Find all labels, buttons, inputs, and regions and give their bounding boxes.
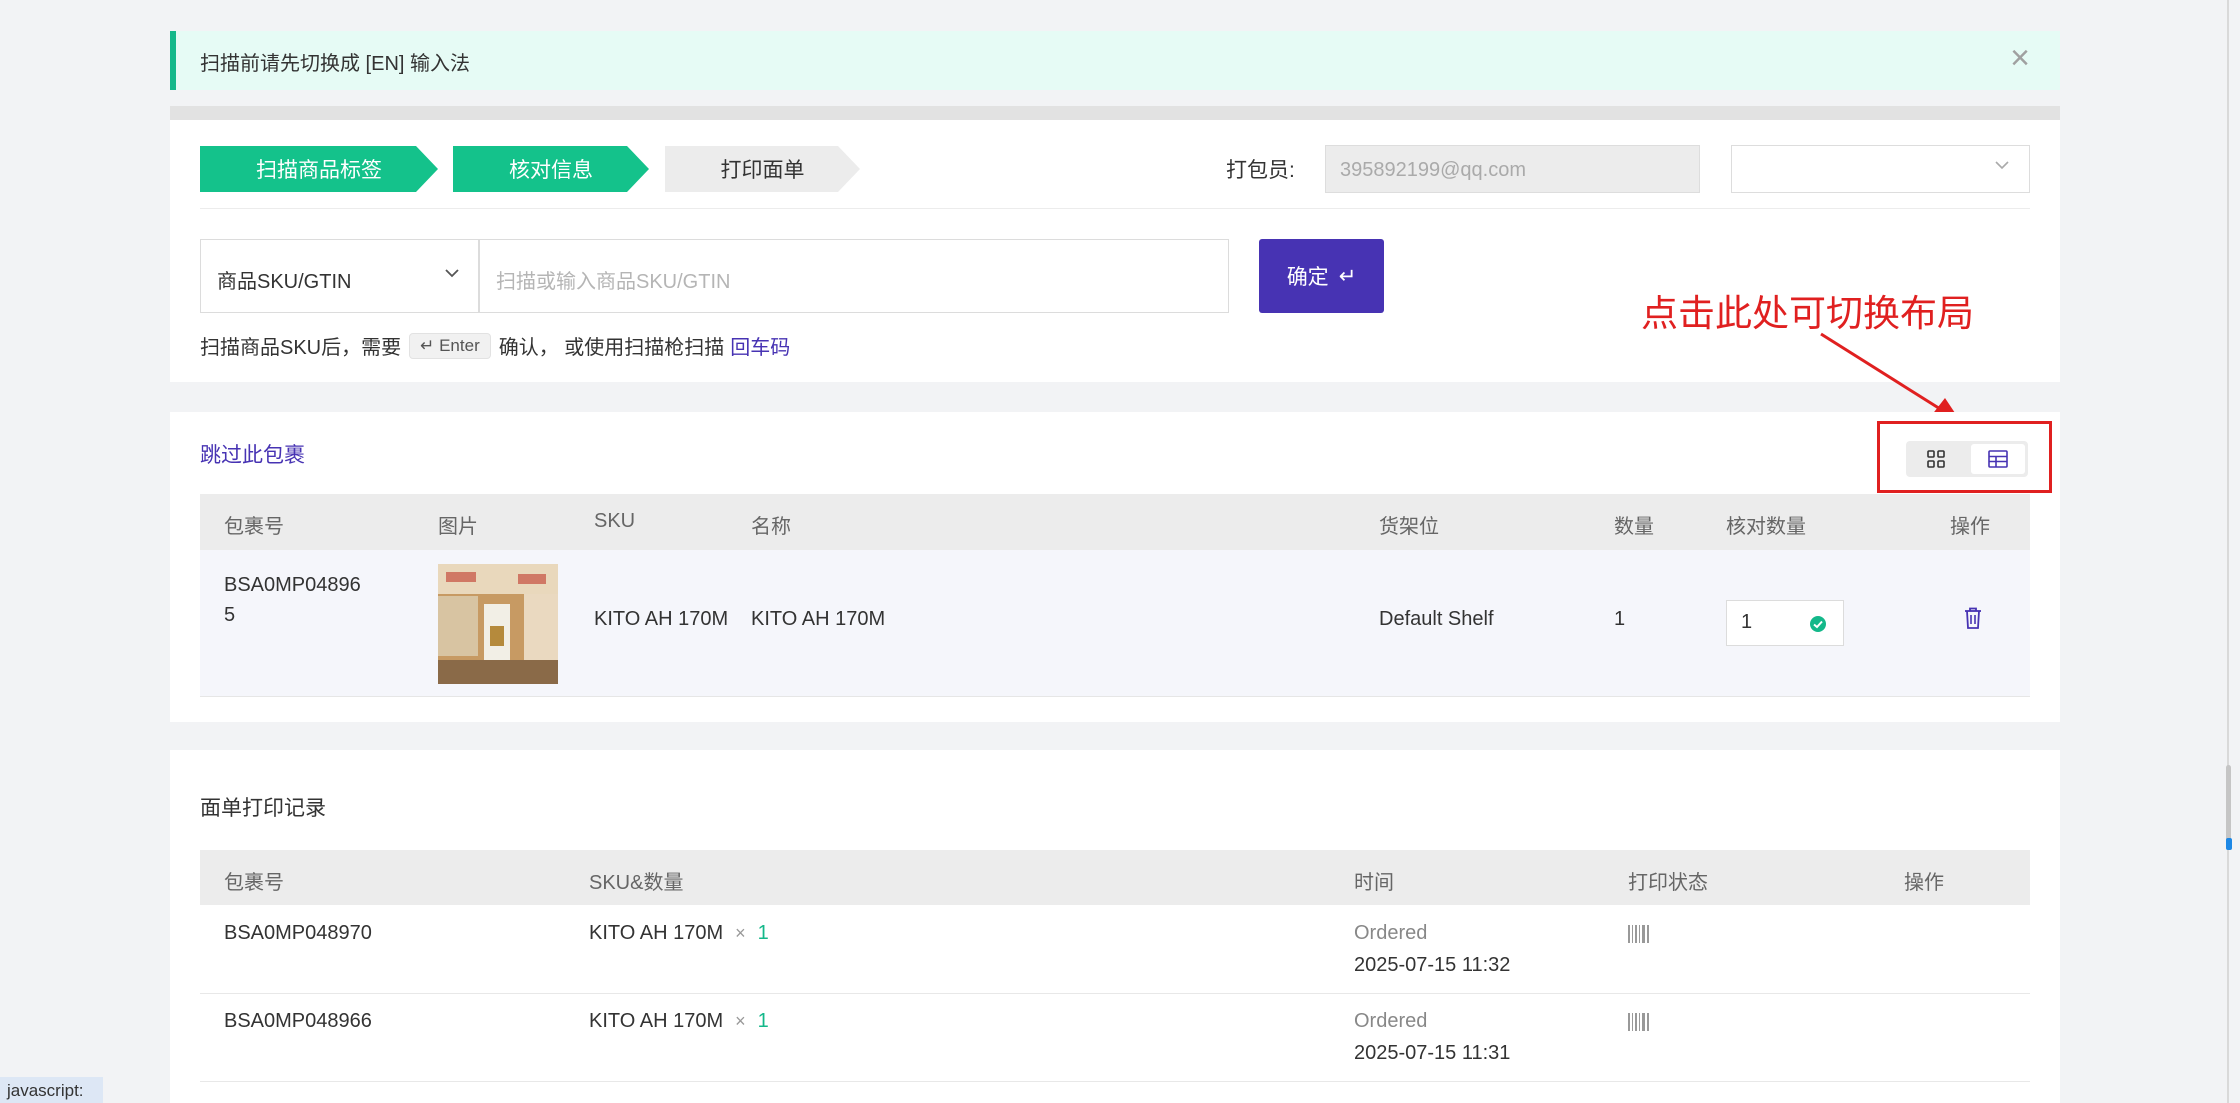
col-qty: 数量 [1614,516,1654,538]
close-icon[interactable]: × [2010,41,2030,75]
table-icon [1988,450,2008,468]
col-time: 时间 [1354,872,1394,894]
col-print-status: 打印状态 [1628,872,1708,894]
col-package-no: 包裹号 [224,516,284,538]
scrollbar[interactable] [2221,0,2240,1103]
hint-text: 确认， 或使用扫描枪扫描 [498,337,725,359]
scrollbar-thumb[interactable] [2226,765,2231,845]
shelf-value: Default Shelf [1379,608,1494,630]
enter-key-badge: ↵ Enter [409,332,491,359]
notice-banner: 扫描前请先切换成 [EN] 输入法 × [170,31,2060,90]
divider [170,106,2060,120]
scroll-indicator [2226,838,2232,850]
order-status: Ordered [1354,1010,1428,1032]
col-check-qty: 核对数量 [1726,516,1806,538]
table-row: BSA0MP04896 5 KITO AH 170M KITO AH 170M D… [200,550,2030,697]
check-qty-input[interactable]: 1 [1726,600,1844,646]
sku-value: KITO AH 170M [594,608,729,630]
table-layout-button[interactable] [1971,444,2025,474]
sku-input[interactable]: 扫描或输入商品SKU/GTIN [479,239,1229,313]
col-shelf: 货架位 [1379,516,1439,538]
col-actions: 操作 [1950,516,1990,538]
step-print-label: 打印面单 [665,146,860,192]
confirm-label: 确定 [1286,266,1329,289]
check-qty-value: 1 [1741,611,1753,633]
trash-icon[interactable] [1962,606,1984,630]
col-package-no: 包裹号 [224,872,284,894]
skip-package-link[interactable]: 跳过此包裹 [200,439,305,469]
package-table-header: 包裹号 图片 SKU 名称 货架位 数量 核对数量 操作 [200,494,2030,550]
print-time: 2025-07-15 11:32 [1354,954,1511,976]
divider [200,208,2030,209]
step-verify-info: 核对信息 [453,146,649,192]
order-status: Ordered [1354,922,1428,944]
hint-text: 扫描商品SKU后，需要 [200,337,402,359]
enter-icon: ↵ [1338,264,1357,288]
step-scan-label: 扫描商品标签 [200,146,438,192]
col-sku-qty: SKU&数量 [589,872,684,894]
product-image [438,564,558,684]
print-time: 2025-07-15 11:31 [1354,1042,1511,1064]
chevron-down-icon [442,263,462,289]
qty-value: 1 [1614,608,1626,630]
scan-hint: 扫描商品SKU后，需要 ↵ Enter 确认， 或使用扫描枪扫描 回车码 [200,331,790,360]
sku-type-select[interactable]: 商品SKU/GTIN [200,239,479,313]
packer-select[interactable] [1731,145,2030,193]
name-value: KITO AH 170M [751,608,886,630]
grid-icon [1927,450,1945,468]
col-sku: SKU [594,510,636,532]
records-title: 面单打印记录 [200,797,326,820]
col-image: 图片 [438,516,478,538]
records-table-header: 包裹号 SKU&数量 时间 打印状态 操作 [200,850,2030,905]
package-no: BSA0MP048966 [224,1010,372,1032]
grid-layout-button[interactable] [1909,444,1963,474]
col-actions: 操作 [1904,872,1944,894]
package-no: BSA0MP04896 5 [224,574,361,626]
notice-text: 扫描前请先切换成 [EN] 输入法 [200,53,471,75]
sku-qty: KITO AH 170M × 1 [589,922,769,944]
chevron-down-icon [1993,156,2011,180]
col-name: 名称 [751,516,791,538]
confirm-button[interactable]: 确定 ↵ [1259,239,1384,313]
sku-type-label: 商品SKU/GTIN [217,271,352,293]
enter-code-link[interactable]: 回车码 [730,331,790,360]
sku-qty: KITO AH 170M × 1 [589,1010,769,1032]
table-row: BSA0MP048966 KITO AH 170M × 1 Ordered 2025… [200,993,2030,1082]
layout-toggle [1906,441,2028,477]
package-no: BSA0MP048970 [224,922,372,944]
barcode-icon[interactable] [1628,925,1650,943]
packer-label: 打包员: [1226,159,1295,182]
barcode-icon[interactable] [1628,1013,1650,1031]
status-bar: javascript: [0,1077,103,1103]
scrollbar-track [2227,0,2229,1103]
table-row: BSA0MP048970 KITO AH 170M × 1 Ordered 2025… [200,905,2030,994]
check-circle-icon [1810,616,1826,632]
packer-input: 395892199@qq.com [1325,145,1700,193]
